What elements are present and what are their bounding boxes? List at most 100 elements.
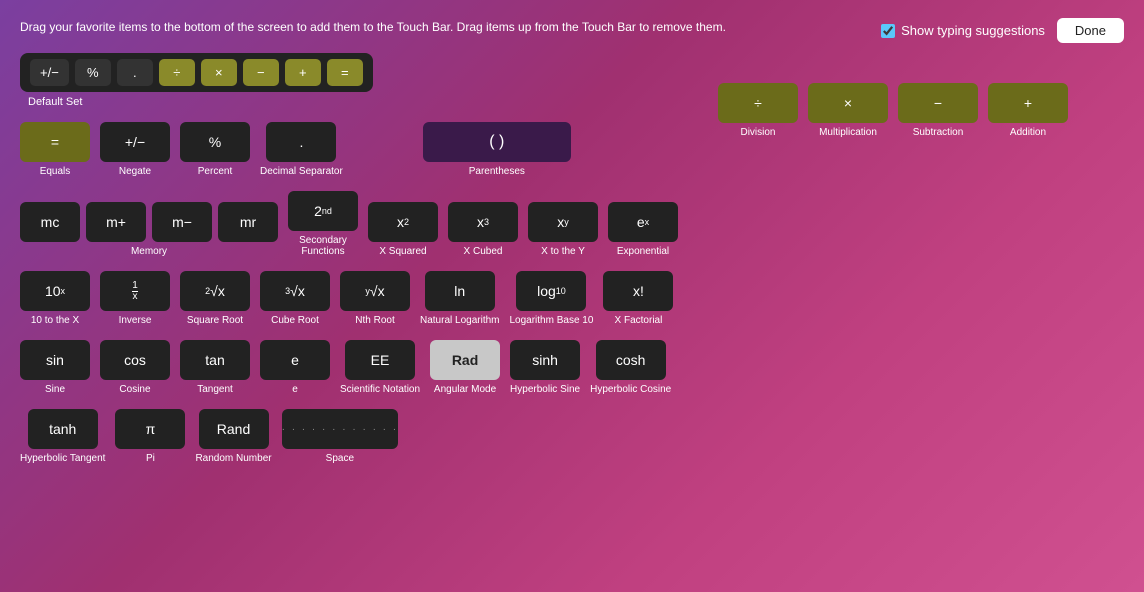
tanh-btn[interactable]: tanh xyxy=(28,409,98,449)
default-set-label: Default Set xyxy=(28,96,82,108)
cos-btn[interactable]: cos xyxy=(100,340,170,380)
mminus-btn[interactable]: m− xyxy=(152,202,212,242)
add-btn[interactable]: + xyxy=(988,83,1068,123)
sub-btn[interactable]: − xyxy=(898,83,978,123)
negate-label: Negate xyxy=(119,166,151,177)
ds-multiply[interactable]: × xyxy=(201,59,237,86)
cbrt-label: Cube Root xyxy=(271,315,319,326)
pi-item: π Pi xyxy=(115,409,185,464)
mc-btn[interactable]: mc xyxy=(20,202,80,242)
default-set-section: +/− % . ÷ × − + = Default Set xyxy=(20,53,678,108)
xsquared-label: X Squared xyxy=(379,246,426,257)
xtoy-item: xy X to the Y xyxy=(528,202,598,257)
ds-percent[interactable]: % xyxy=(75,59,111,86)
top-controls: Show typing suggestions Done xyxy=(881,18,1124,43)
secondary-btn[interactable]: 2nd xyxy=(288,191,358,231)
decimal-label: Decimal Separator xyxy=(260,166,343,177)
xsquared-btn[interactable]: x2 xyxy=(368,202,438,242)
tanh-label: Hyperbolic Tangent xyxy=(20,453,105,464)
tan-btn[interactable]: tan xyxy=(180,340,250,380)
tanh-item: tanh Hyperbolic Tangent xyxy=(20,409,105,464)
cosh-label: Hyperbolic Cosine xyxy=(590,384,671,395)
ds-equals[interactable]: = xyxy=(327,59,363,86)
paren-label: Parentheses xyxy=(469,166,525,177)
10x-btn[interactable]: 10x xyxy=(20,271,90,311)
sin-item: sin Sine xyxy=(20,340,90,395)
space-btn[interactable]: · · · · · · · · · · · · xyxy=(282,409,399,449)
ds-add[interactable]: + xyxy=(285,59,321,86)
memory-buttons: mc m+ m− mr xyxy=(20,202,278,242)
ln-label: Natural Logarithm xyxy=(420,315,499,326)
ds-negate[interactable]: +/− xyxy=(30,59,69,86)
mr-btn[interactable]: mr xyxy=(218,202,278,242)
equals-btn[interactable]: = xyxy=(20,122,90,162)
xcubed-btn[interactable]: x3 xyxy=(448,202,518,242)
right-panel: ÷ Division × Multiplication − Subtractio… xyxy=(718,83,1068,138)
sin-label: Sine xyxy=(45,384,65,395)
right-op-row: ÷ Division × Multiplication − Subtractio… xyxy=(718,83,1068,138)
left-panel: +/− % . ÷ × − + = Default Set = Equals xyxy=(20,53,678,464)
paren-btn[interactable]: ( ) xyxy=(423,122,571,162)
instruction-text: Drag your favorite items to the bottom o… xyxy=(20,18,726,36)
xtoy-label: X to the Y xyxy=(541,246,585,257)
row5: tanh Hyperbolic Tangent π Pi Rand Random… xyxy=(20,409,678,464)
default-set-bar: +/− % . ÷ × − + = xyxy=(20,53,373,92)
e-btn[interactable]: e xyxy=(260,340,330,380)
log10-item: log10 Logarithm Base 10 xyxy=(509,271,593,326)
xfact-btn[interactable]: x! xyxy=(603,271,673,311)
secondary-item: 2nd SecondaryFunctions xyxy=(288,191,358,257)
inverse-btn[interactable]: 1x xyxy=(100,271,170,311)
exponential-label: Exponential xyxy=(617,246,669,257)
ds-divide[interactable]: ÷ xyxy=(159,59,195,86)
rand-label: Random Number xyxy=(195,453,271,464)
mul-item: × Multiplication xyxy=(808,83,888,138)
percent-item: % Percent xyxy=(180,122,250,177)
pi-btn[interactable]: π xyxy=(115,409,185,449)
nthroot-btn[interactable]: y√x xyxy=(340,271,410,311)
percent-btn[interactable]: % xyxy=(180,122,250,162)
cosh-btn[interactable]: cosh xyxy=(596,340,666,380)
cbrt-btn[interactable]: 3√x xyxy=(260,271,330,311)
log10-label: Logarithm Base 10 xyxy=(509,315,593,326)
rad-label: Angular Mode xyxy=(434,384,496,395)
mul-btn[interactable]: × xyxy=(808,83,888,123)
10x-label: 10 to the X xyxy=(31,315,79,326)
xtoy-btn[interactable]: xy xyxy=(528,202,598,242)
ln-btn[interactable]: ln xyxy=(425,271,495,311)
cosh-item: cosh Hyperbolic Cosine xyxy=(590,340,671,395)
sin-btn[interactable]: sin xyxy=(20,340,90,380)
show-typing-checkbox[interactable] xyxy=(881,24,895,38)
secondary-label: SecondaryFunctions xyxy=(299,235,347,257)
decimal-item: . Decimal Separator xyxy=(260,122,343,177)
mplus-btn[interactable]: m+ xyxy=(86,202,146,242)
negate-btn[interactable]: +/− xyxy=(100,122,170,162)
ee-btn[interactable]: EE xyxy=(345,340,415,380)
sinh-btn[interactable]: sinh xyxy=(510,340,580,380)
rand-btn[interactable]: Rand xyxy=(199,409,269,449)
row1: = Equals +/− Negate % Percent . Decimal … xyxy=(20,122,678,177)
tan-label: Tangent xyxy=(197,384,233,395)
sub-item: − Subtraction xyxy=(898,83,978,138)
space-item: · · · · · · · · · · · · Space xyxy=(282,409,399,464)
decimal-btn[interactable]: . xyxy=(266,122,336,162)
mul-label: Multiplication xyxy=(819,127,877,138)
sqrt-btn[interactable]: 2√x xyxy=(180,271,250,311)
nthroot-label: Nth Root xyxy=(355,315,394,326)
ds-subtract[interactable]: − xyxy=(243,59,279,86)
exponential-btn[interactable]: ex xyxy=(608,202,678,242)
ds-decimal[interactable]: . xyxy=(117,59,153,86)
row3: 10x 10 to the X 1x Inverse 2√x Square Ro… xyxy=(20,271,678,326)
done-button[interactable]: Done xyxy=(1057,18,1124,43)
div-btn[interactable]: ÷ xyxy=(718,83,798,123)
rad-btn[interactable]: Rad xyxy=(430,340,500,380)
row2: mc m+ m− mr Memory 2nd SecondaryFunction… xyxy=(20,191,678,257)
log10-btn[interactable]: log10 xyxy=(516,271,586,311)
row4: sin Sine cos Cosine tan Tangent e e EE xyxy=(20,340,678,395)
xfact-item: x! X Factorial xyxy=(603,271,673,326)
cos-item: cos Cosine xyxy=(100,340,170,395)
show-typing-label[interactable]: Show typing suggestions xyxy=(881,23,1045,38)
xcubed-item: x3 X Cubed xyxy=(448,202,518,257)
pi-label: Pi xyxy=(146,453,155,464)
sub-label: Subtraction xyxy=(913,127,964,138)
equals-item: = Equals xyxy=(20,122,90,177)
